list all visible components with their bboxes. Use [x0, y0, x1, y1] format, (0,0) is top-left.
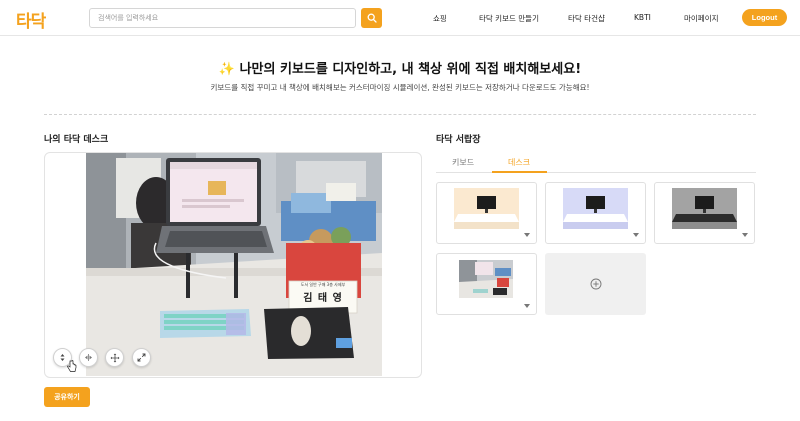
chevron-down-icon[interactable] — [524, 304, 530, 308]
flip-horizontal-icon — [85, 354, 92, 361]
tab-desk[interactable]: 데스크 — [508, 157, 530, 168]
nameplate-name: 김 태 영 — [303, 293, 343, 304]
nav-kbti[interactable]: KBTI — [634, 13, 651, 22]
top-header: 타닥 쇼핑 타닥 키보드 만들기 타닥 타건샵 KBTI 마이페이지 Logou… — [0, 0, 800, 36]
move-button[interactable] — [105, 348, 124, 367]
nav-shopping[interactable]: 쇼핑 — [433, 13, 447, 24]
desk-photo-illustration — [86, 153, 382, 376]
desk-section-title: 나의 타닥 데스크 — [44, 135, 109, 145]
nameplate-caption: 도서 일반 구매 3층 사제부 — [300, 282, 346, 287]
active-tab-indicator — [492, 171, 547, 173]
desk-thumbnail — [459, 260, 513, 298]
nav-tadak-shop[interactable]: 타닥 타건샵 — [568, 13, 605, 24]
desk-thumbnail — [563, 188, 628, 229]
desk-card-photo[interactable] — [436, 253, 537, 315]
desk-thumbnail — [454, 188, 519, 229]
tab-divider — [436, 172, 756, 173]
desk-card-cream[interactable] — [436, 182, 537, 244]
add-desk-button[interactable] — [545, 253, 646, 315]
search-icon — [367, 13, 377, 23]
page-title: ✨ 나만의 키보드를 디자인하고, 내 책상 위에 직접 배치해보세요! — [218, 62, 582, 77]
chevron-down-icon[interactable] — [524, 233, 530, 237]
expand-button[interactable] — [132, 348, 151, 367]
share-button[interactable]: 공유하기 — [44, 387, 90, 407]
chevron-down-icon[interactable] — [633, 233, 639, 237]
desk-thumbnail — [672, 188, 737, 229]
section-divider — [44, 114, 756, 115]
tab-keyboard[interactable]: 키보드 — [452, 157, 474, 168]
flip-horizontal-button[interactable] — [79, 348, 98, 367]
nav-make-keyboard[interactable]: 타닥 키보드 만들기 — [479, 13, 539, 24]
nav-mypage[interactable]: 마이페이지 — [684, 13, 719, 24]
expand-icon — [137, 353, 146, 362]
desk-card-gray[interactable] — [654, 182, 755, 244]
logo[interactable]: 타닥 — [16, 7, 46, 32]
move-icon — [110, 353, 119, 362]
chevron-down-icon[interactable] — [742, 233, 748, 237]
search-input[interactable] — [89, 8, 356, 28]
desk-canvas[interactable]: 도서 일반 구매 3층 사제부 김 태 영 — [44, 152, 422, 378]
page-subtitle: 키보드를 직접 꾸미고 내 책상에 배치해보는 커스터마이징 시뮬레이션, 완성… — [210, 83, 590, 92]
desk-card-lavender[interactable] — [545, 182, 646, 244]
cursor-hand-icon — [67, 360, 77, 372]
resize-vertical-icon — [60, 354, 65, 361]
search-button[interactable] — [361, 8, 382, 28]
logout-button[interactable]: Logout — [742, 9, 787, 26]
plus-circle-icon — [590, 278, 601, 290]
desk-photo: 도서 일반 구매 3층 사제부 김 태 영 — [86, 153, 382, 376]
drawer-section-title: 타닥 서랍장 — [436, 135, 481, 145]
